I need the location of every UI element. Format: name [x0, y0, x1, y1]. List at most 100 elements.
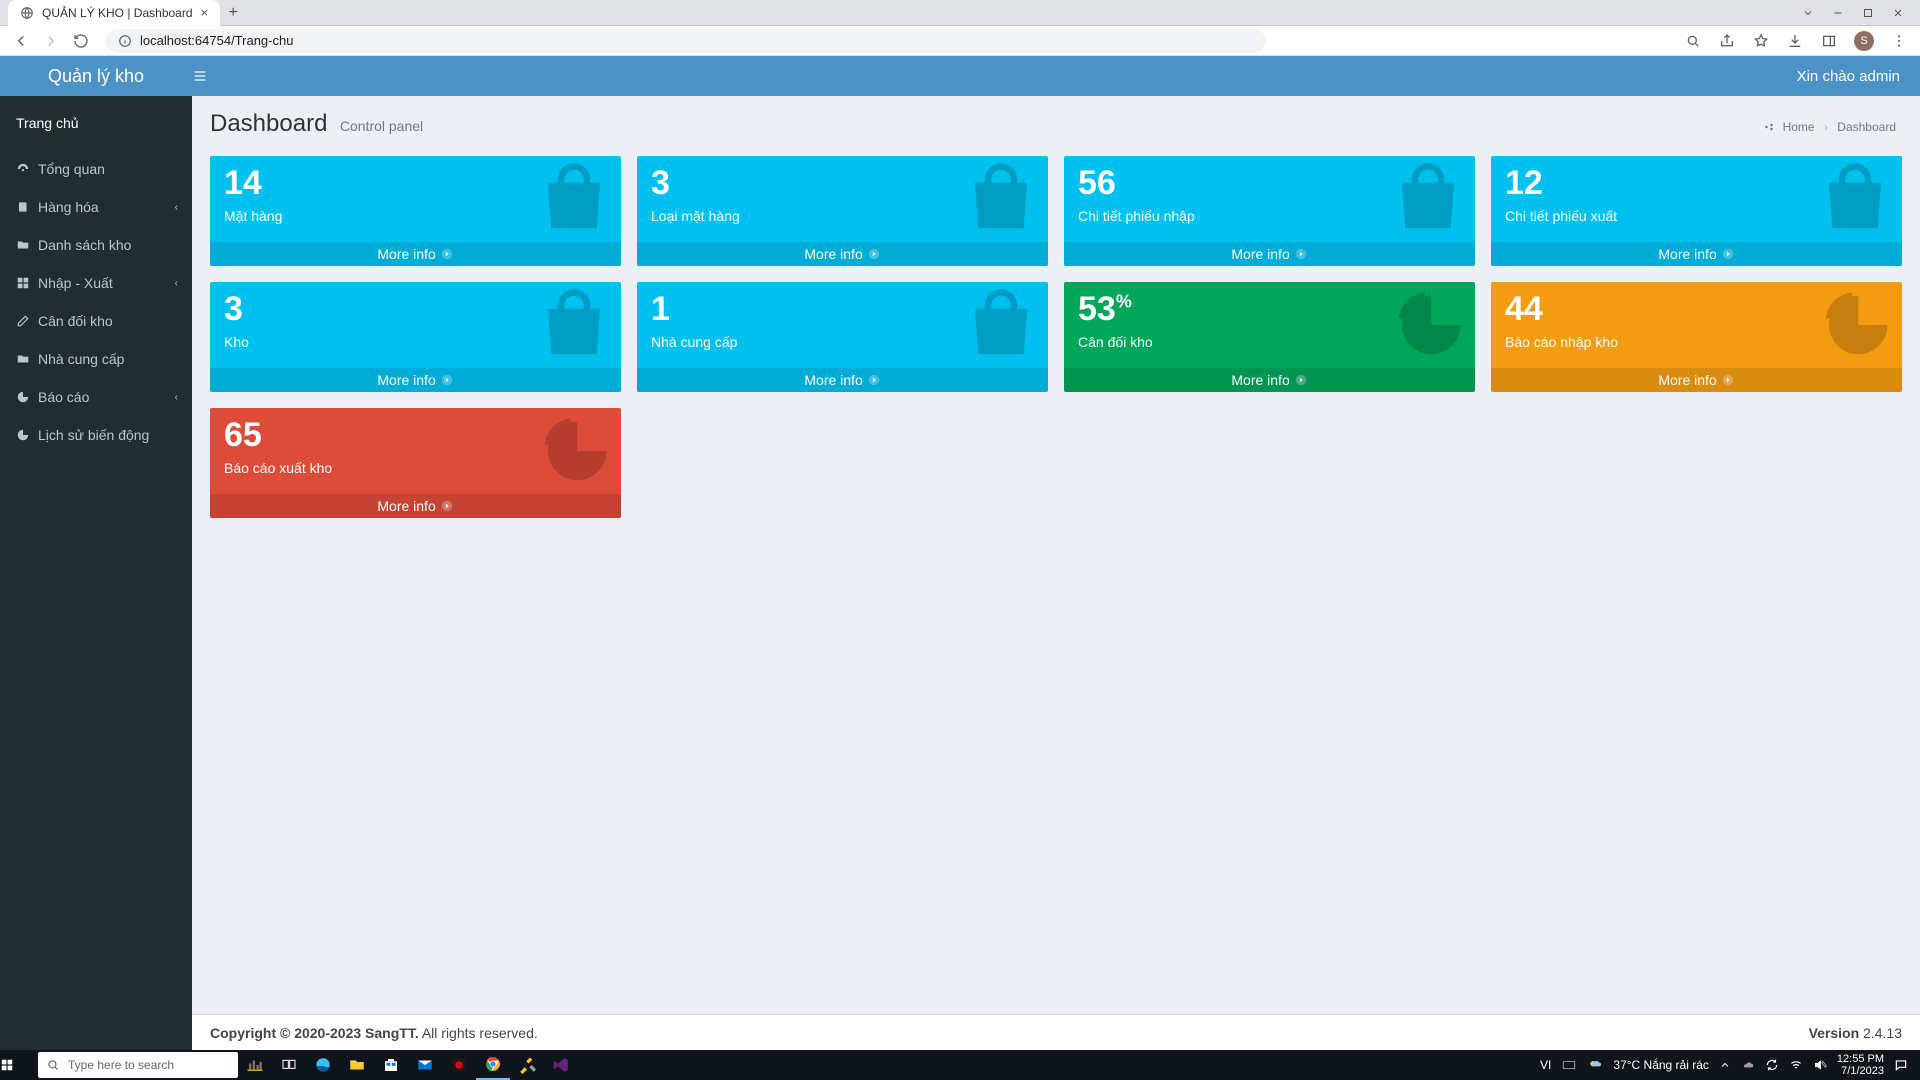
taskbar-search[interactable]: Type here to search — [38, 1052, 238, 1078]
task-chrome-icon[interactable] — [476, 1050, 510, 1080]
window-minimize-icon[interactable] — [1832, 7, 1844, 19]
share-icon[interactable] — [1718, 32, 1736, 50]
keyboard-icon[interactable] — [1561, 1058, 1577, 1072]
taskbar-clock[interactable]: 12:55 PM 7/1/2023 — [1837, 1053, 1884, 1077]
breadcrumb-home[interactable]: Home — [1783, 120, 1815, 134]
sidebar-home[interactable]: Trang chủ — [0, 104, 192, 142]
more-info-link[interactable]: More info — [1491, 368, 1902, 392]
more-info-link[interactable]: More info — [637, 242, 1048, 266]
stat-card-5: 1Nhà cung cấpMore info — [637, 282, 1048, 392]
pie-icon — [1389, 286, 1467, 364]
start-button[interactable] — [0, 1058, 38, 1072]
zoom-icon[interactable] — [1684, 32, 1702, 50]
bag-icon — [535, 286, 613, 364]
browser-toolbar: localhost:64754/Trang-chu S — [0, 26, 1920, 56]
globe-icon — [20, 6, 34, 20]
breadcrumb: Home › Dashboard — [1763, 120, 1896, 134]
bag-icon — [962, 286, 1040, 364]
profile-avatar[interactable]: S — [1854, 31, 1874, 51]
content-area: Dashboard Control panel Home › Dashboard… — [192, 96, 1920, 1050]
new-tab-button[interactable]: + — [220, 4, 246, 22]
tab-close-icon[interactable]: × — [201, 5, 209, 20]
bag-icon — [1816, 160, 1894, 238]
task-mail-icon[interactable] — [408, 1050, 442, 1080]
sidebar-item-label: Lịch sử biến động — [38, 427, 149, 443]
forward-icon[interactable] — [42, 32, 60, 50]
sidebar-home-label: Trang chủ — [16, 115, 79, 131]
sidebar-item-4[interactable]: Cân đối kho — [0, 302, 192, 340]
dashboard-icon — [16, 162, 38, 176]
more-info-link[interactable]: More info — [637, 368, 1048, 392]
footer-rights: All rights reserved. — [419, 1025, 538, 1041]
sidebar-toggle[interactable] — [192, 68, 232, 84]
sidebar-item-label: Nhà cung cấp — [38, 351, 124, 367]
stat-card-1: 3Loại mặt hàngMore info — [637, 156, 1048, 266]
sidebar-item-0[interactable]: Tổng quan — [0, 150, 192, 188]
sidebar-item-6[interactable]: Báo cáo ‹ — [0, 378, 192, 416]
more-info-link[interactable]: More info — [1064, 368, 1475, 392]
reload-icon[interactable] — [72, 32, 90, 50]
task-explorer-icon[interactable] — [340, 1050, 374, 1080]
task-vs-icon[interactable] — [544, 1050, 578, 1080]
taskbar-date: 7/1/2023 — [1837, 1065, 1884, 1077]
sidebar-item-7[interactable]: Lịch sử biến động — [0, 416, 192, 454]
onedrive-icon[interactable] — [1741, 1058, 1755, 1072]
chevron-left-icon: ‹ — [175, 392, 178, 403]
more-info-link[interactable]: More info — [210, 242, 621, 266]
task-store-icon[interactable] — [374, 1050, 408, 1080]
pie-icon — [16, 428, 38, 442]
chevron-up-icon[interactable] — [1719, 1059, 1731, 1071]
wifi-icon[interactable] — [1789, 1058, 1803, 1072]
book-icon — [16, 200, 38, 214]
back-icon[interactable] — [12, 32, 30, 50]
more-info-link[interactable]: More info — [1491, 242, 1902, 266]
notifications-icon[interactable] — [1894, 1058, 1908, 1072]
more-info-link[interactable]: More info — [210, 494, 621, 518]
sidebar-item-1[interactable]: Hàng hóa‹ — [0, 188, 192, 226]
task-view-icon[interactable] — [272, 1050, 306, 1080]
taskbar: Type here to search VI 37°C Nắng rải rác… — [0, 1050, 1920, 1080]
taskbar-search-placeholder: Type here to search — [68, 1058, 174, 1072]
sidebar-item-label: Báo cáo — [38, 389, 89, 405]
dashboard-icon — [1763, 121, 1775, 133]
pie-icon — [1816, 286, 1894, 364]
window-maximize-icon[interactable] — [1862, 7, 1874, 19]
chevron-down-icon[interactable] — [1802, 7, 1814, 19]
sidebar-item-5[interactable]: Nhà cung cấp — [0, 340, 192, 378]
browser-tab[interactable]: QUẢN LÝ KHO | Dashboard × — [8, 0, 220, 26]
card-grid: 14Mặt hàngMore info 3Loại mặt hàngMore i… — [192, 148, 1920, 542]
browser-tab-strip: QUẢN LÝ KHO | Dashboard × + — [0, 0, 1920, 26]
page-subtitle: Control panel — [340, 118, 423, 134]
sidepanel-icon[interactable] — [1820, 32, 1838, 50]
taskbar-weather[interactable]: 37°C Nắng rải rác — [1613, 1058, 1709, 1072]
info-icon — [118, 34, 132, 48]
stat-card-8: 65Báo cáo xuất khoMore info — [210, 408, 621, 518]
folder-icon — [16, 238, 38, 252]
pie-icon — [535, 412, 613, 490]
breadcrumb-current: Dashboard — [1837, 120, 1896, 134]
star-icon[interactable] — [1752, 32, 1770, 50]
address-bar[interactable]: localhost:64754/Trang-chu — [106, 29, 1266, 53]
sidebar-item-3[interactable]: Nhập - Xuất ‹ — [0, 264, 192, 302]
more-info-link[interactable]: More info — [210, 368, 621, 392]
stat-card-0: 14Mặt hàngMore info — [210, 156, 621, 266]
taskbar-lang[interactable]: VI — [1540, 1058, 1551, 1072]
more-info-link[interactable]: More info — [1064, 242, 1475, 266]
window-close-icon[interactable] — [1892, 7, 1904, 19]
sync-icon[interactable] — [1765, 1058, 1779, 1072]
task-skyline-icon[interactable] — [238, 1050, 272, 1080]
greeting-text: Xin chào admin — [1797, 68, 1920, 85]
stat-card-7: 44Báo cáo nhập khoMore info — [1491, 282, 1902, 392]
chevron-left-icon: ‹ — [175, 278, 178, 289]
app-brand[interactable]: Quản lý kho — [0, 66, 192, 87]
sidebar: Trang chủ Tổng quanHàng hóa‹Danh sách kh… — [0, 96, 192, 1050]
volume-icon[interactable] — [1813, 1058, 1827, 1072]
sidebar-item-2[interactable]: Danh sách kho — [0, 226, 192, 264]
kebab-icon[interactable] — [1890, 32, 1908, 50]
task-garena-icon[interactable] — [442, 1050, 476, 1080]
taskbar-time: 12:55 PM — [1837, 1053, 1884, 1065]
download-icon[interactable] — [1786, 32, 1804, 50]
task-edge-icon[interactable] — [306, 1050, 340, 1080]
sidebar-item-label: Nhập - Xuất — [38, 275, 113, 291]
task-tools-icon[interactable] — [510, 1050, 544, 1080]
